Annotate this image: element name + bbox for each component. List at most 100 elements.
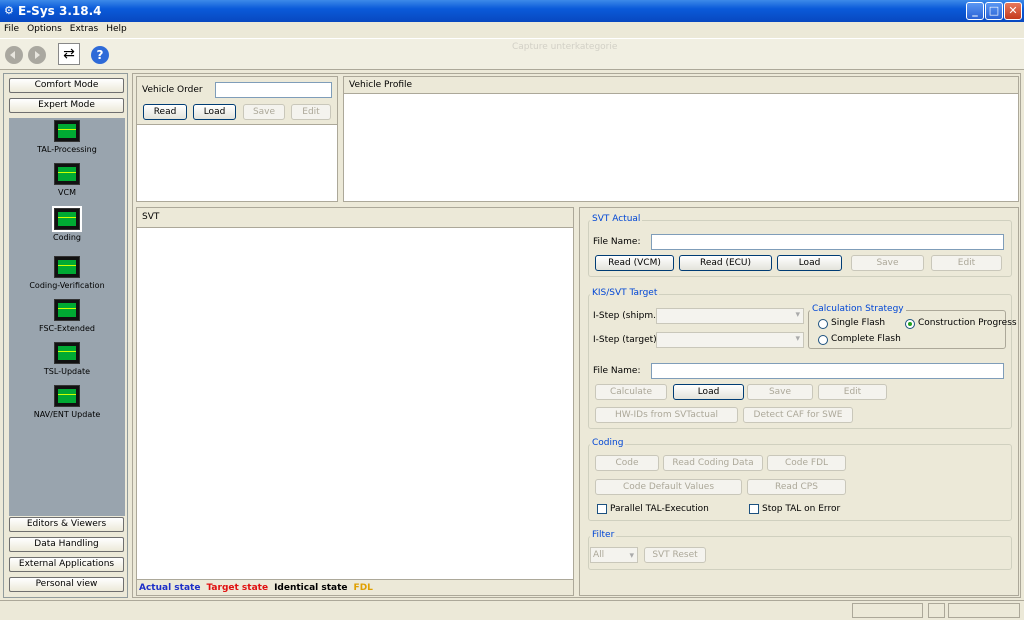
- stop-tal-checkbox[interactable]: [749, 504, 759, 514]
- kis-load-button[interactable]: Load: [673, 384, 744, 400]
- nav-label: Coding: [53, 233, 81, 242]
- menu-help[interactable]: Help: [102, 22, 131, 36]
- code-button[interactable]: Code: [595, 455, 659, 471]
- complete-flash-radio[interactable]: [818, 335, 828, 345]
- vehicle-profile-panel: Vehicle Profile: [343, 76, 1019, 202]
- svt-actual-save-button[interactable]: Save: [851, 255, 924, 271]
- vehicle-profile-label: Vehicle Profile: [349, 80, 413, 90]
- title-bar: ⚙ E-Sys 3.18.4 _ □ ✕: [0, 0, 1024, 22]
- status-cell-2: [928, 603, 945, 618]
- nav-item-vcm[interactable]: VCM: [9, 163, 125, 197]
- nav-label: FSC-Extended: [38, 324, 95, 333]
- comfort-mode-button[interactable]: Comfort Mode: [9, 78, 124, 93]
- kis-edit-button[interactable]: Edit: [818, 384, 887, 400]
- kis-file-input[interactable]: [651, 363, 1004, 379]
- svt-actual-file-label: File Name:: [593, 237, 641, 247]
- status-cell-3: [948, 603, 1020, 618]
- minimize-button[interactable]: _: [966, 2, 984, 20]
- menu-options[interactable]: Options: [23, 22, 66, 36]
- monitor-icon: [54, 385, 80, 407]
- istep-shipm-select[interactable]: [656, 308, 804, 324]
- istep-target-select[interactable]: [656, 332, 804, 348]
- nav-item-tsl-update[interactable]: TSL-Update: [9, 342, 125, 376]
- nav-item-tal-processing[interactable]: TAL-Processing: [9, 120, 125, 154]
- complete-flash-label: Complete Flash: [831, 334, 901, 344]
- istep-target-label: I-Step (target):: [593, 335, 660, 345]
- stop-tal-label: Stop TAL on Error: [762, 504, 841, 514]
- vehicle-order-load-button[interactable]: Load: [193, 104, 236, 120]
- back-icon[interactable]: [5, 46, 23, 64]
- svt-actual-edit-button[interactable]: Edit: [931, 255, 1002, 271]
- nav-label: Coding-Verification: [29, 281, 105, 290]
- monitor-icon: [54, 256, 80, 278]
- vehicle-order-label: Vehicle Order: [142, 85, 203, 95]
- menu-file[interactable]: File: [0, 22, 23, 36]
- forward-icon[interactable]: [28, 46, 46, 64]
- coding-title: Coding: [590, 438, 626, 448]
- vehicle-profile-area: [344, 93, 1018, 201]
- status-bar: [0, 600, 1024, 620]
- left-panel: Comfort Mode Expert Mode TAL-Processing …: [3, 73, 128, 598]
- nav-item-coding[interactable]: Coding: [9, 206, 125, 242]
- svt-tree-area[interactable]: [137, 227, 573, 580]
- kis-svt-target-title: KIS/SVT Target: [590, 288, 660, 298]
- hw-ids-button[interactable]: HW-IDs from SVTactual: [595, 407, 738, 423]
- app-icon: ⚙: [4, 4, 14, 17]
- maximize-button[interactable]: □: [985, 2, 1003, 20]
- code-default-values-button[interactable]: Code Default Values: [595, 479, 742, 495]
- nav-label: TAL-Processing: [37, 145, 97, 154]
- svt-legend: Actual state Target state Identical state F…: [139, 583, 379, 593]
- vehicle-order-edit-button[interactable]: Edit: [291, 104, 331, 120]
- vehicle-order-area: [137, 124, 337, 201]
- connect-icon[interactable]: ⇄: [58, 43, 80, 65]
- read-cps-button[interactable]: Read CPS: [747, 479, 846, 495]
- svt-reset-button[interactable]: SVT Reset: [644, 547, 706, 563]
- detect-caf-button[interactable]: Detect CAF for SWE: [743, 407, 853, 423]
- monitor-icon: [54, 299, 80, 321]
- monitor-icon: [52, 206, 82, 232]
- menu-extras[interactable]: Extras: [66, 22, 102, 36]
- read-coding-data-button[interactable]: Read Coding Data: [663, 455, 763, 471]
- nav-label: TSL-Update: [43, 367, 91, 376]
- vehicle-order-save-button[interactable]: Save: [243, 104, 285, 120]
- vehicle-order-read-button[interactable]: Read: [143, 104, 187, 120]
- filter-title: Filter: [590, 530, 617, 540]
- read-ecu-button[interactable]: Read (ECU): [679, 255, 772, 271]
- menu-bar: File Options Extras Help: [0, 22, 1024, 38]
- parallel-tal-checkbox[interactable]: [597, 504, 607, 514]
- external-applications-button[interactable]: External Applications: [9, 557, 124, 572]
- data-handling-button[interactable]: Data Handling: [9, 537, 124, 552]
- help-icon[interactable]: ?: [91, 46, 109, 64]
- monitor-icon: [54, 163, 80, 185]
- construction-progress-radio[interactable]: [905, 319, 915, 329]
- svt-actual-file-input[interactable]: [651, 234, 1004, 250]
- kis-save-button[interactable]: Save: [747, 384, 813, 400]
- legend-target-state: Target state: [206, 583, 269, 593]
- toolbar-ghost-text: Capture unterkategorie: [512, 42, 618, 52]
- svt-actual-load-button[interactable]: Load: [777, 255, 842, 271]
- filter-select[interactable]: All: [590, 547, 638, 563]
- kis-file-label: File Name:: [593, 366, 641, 376]
- calculate-button[interactable]: Calculate: [595, 384, 667, 400]
- editors-viewers-button[interactable]: Editors & Viewers: [9, 517, 124, 532]
- close-button[interactable]: ✕: [1004, 2, 1022, 20]
- code-fdl-button[interactable]: Code FDL: [767, 455, 846, 471]
- monitor-icon: [54, 342, 80, 364]
- svt-label: SVT: [142, 212, 160, 222]
- svt-actual-title: SVT Actual: [590, 214, 643, 224]
- status-cell-1: [852, 603, 923, 618]
- nav-label: VCM: [58, 188, 76, 197]
- parallel-tal-label: Parallel TAL-Execution: [610, 504, 709, 514]
- istep-shipm-label: I-Step (shipm.):: [593, 311, 663, 321]
- nav-item-fsc-extended[interactable]: FSC-Extended: [9, 299, 125, 333]
- personal-view-button[interactable]: Personal view: [9, 577, 124, 592]
- nav-item-coding-verification[interactable]: Coding-Verification: [9, 256, 125, 290]
- toolbar: ⇄ ? Capture unterkategorie: [0, 38, 1024, 70]
- nav-item-nav-ent-update[interactable]: NAV/ENT Update: [9, 385, 125, 419]
- svt-panel: SVT Actual state Target state Identical st…: [136, 207, 574, 596]
- vehicle-order-input[interactable]: [215, 82, 332, 98]
- vehicle-order-panel: Vehicle Order Read Load Save Edit: [136, 76, 338, 202]
- read-vcm-button[interactable]: Read (VCM): [595, 255, 674, 271]
- expert-mode-button[interactable]: Expert Mode: [9, 98, 124, 113]
- single-flash-radio[interactable]: [818, 319, 828, 329]
